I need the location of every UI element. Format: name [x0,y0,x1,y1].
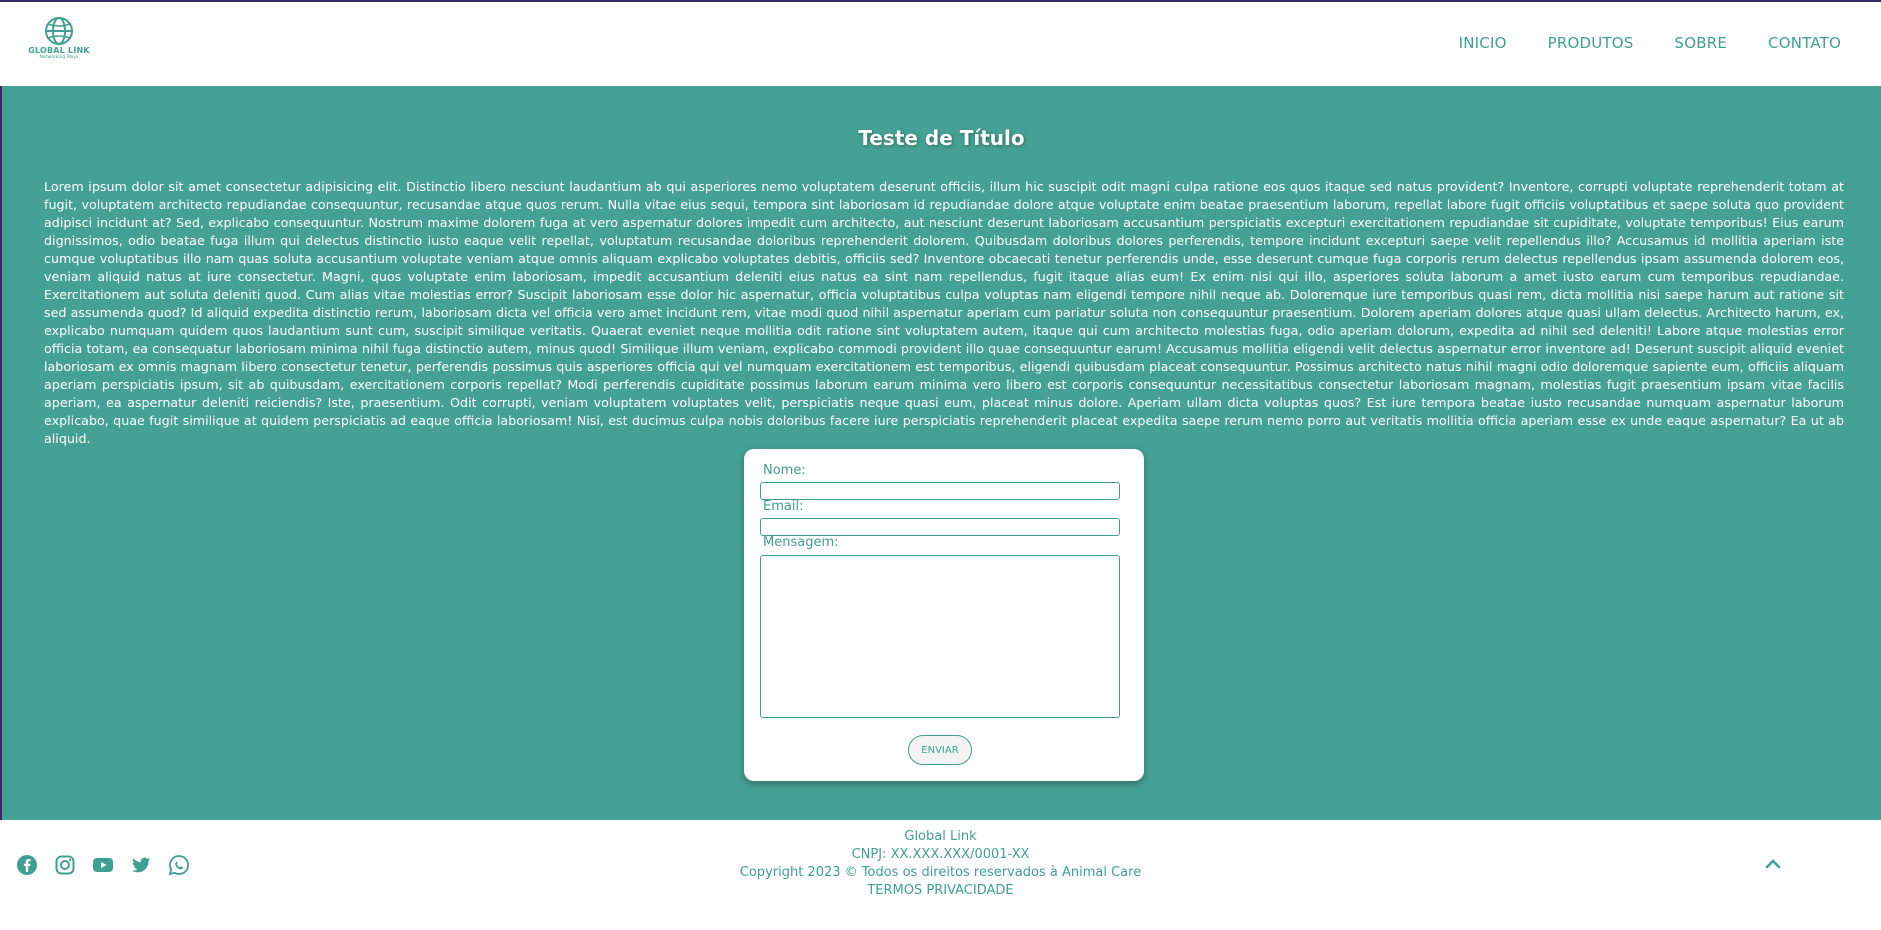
main-content: Teste de Título Lorem ipsum dolor sit am… [0,86,1881,820]
main-nav: INICIO PRODUTOS SOBRE CONTATO [1459,34,1841,52]
logo[interactable]: GLOBAL LINK Networking Ways [26,16,92,70]
footer-copyright: Copyright 2023 © Todos os direitos reser… [739,865,1142,880]
back-to-top-chevron-up-icon[interactable] [1763,854,1783,874]
message-textarea[interactable] [760,555,1120,718]
footer-cnpj: CNPJ: XX.XXX.XXX/0001-XX [851,847,1030,862]
nav-sobre[interactable]: SOBRE [1675,34,1728,52]
site-footer: Global Link CNPJ: XX.XXX.XXX/0001-XX Cop… [0,820,1881,930]
globe-icon [45,17,73,45]
nav-produtos[interactable]: PRODUTOS [1548,34,1634,52]
body-text: Lorem ipsum dolor sit amet consectetur a… [44,179,1844,446]
name-label: Nome: [763,463,806,478]
nav-inicio[interactable]: INICIO [1459,34,1507,52]
logo-name: GLOBAL LINK [28,46,90,55]
email-input[interactable] [760,518,1120,536]
footer-info: Global Link CNPJ: XX.XXX.XXX/0001-XX Cop… [0,828,1881,900]
contact-form: Nome: Email: Mensagem: ENVIAR [744,449,1144,781]
footer-company: Global Link [904,829,977,844]
message-label: Mensagem: [763,535,839,550]
nav-contato[interactable]: CONTATO [1768,34,1841,52]
send-button[interactable]: ENVIAR [908,735,972,765]
name-input[interactable] [760,482,1120,500]
page-title: Teste de Título [858,126,1025,150]
site-header: GLOBAL LINK Networking Ways INICIO PRODU… [0,0,1881,86]
logo-tagline: Networking Ways [39,55,79,60]
footer-links[interactable]: TERMOS PRIVACIDADE [0,882,1881,900]
email-label: Email: [763,499,804,514]
